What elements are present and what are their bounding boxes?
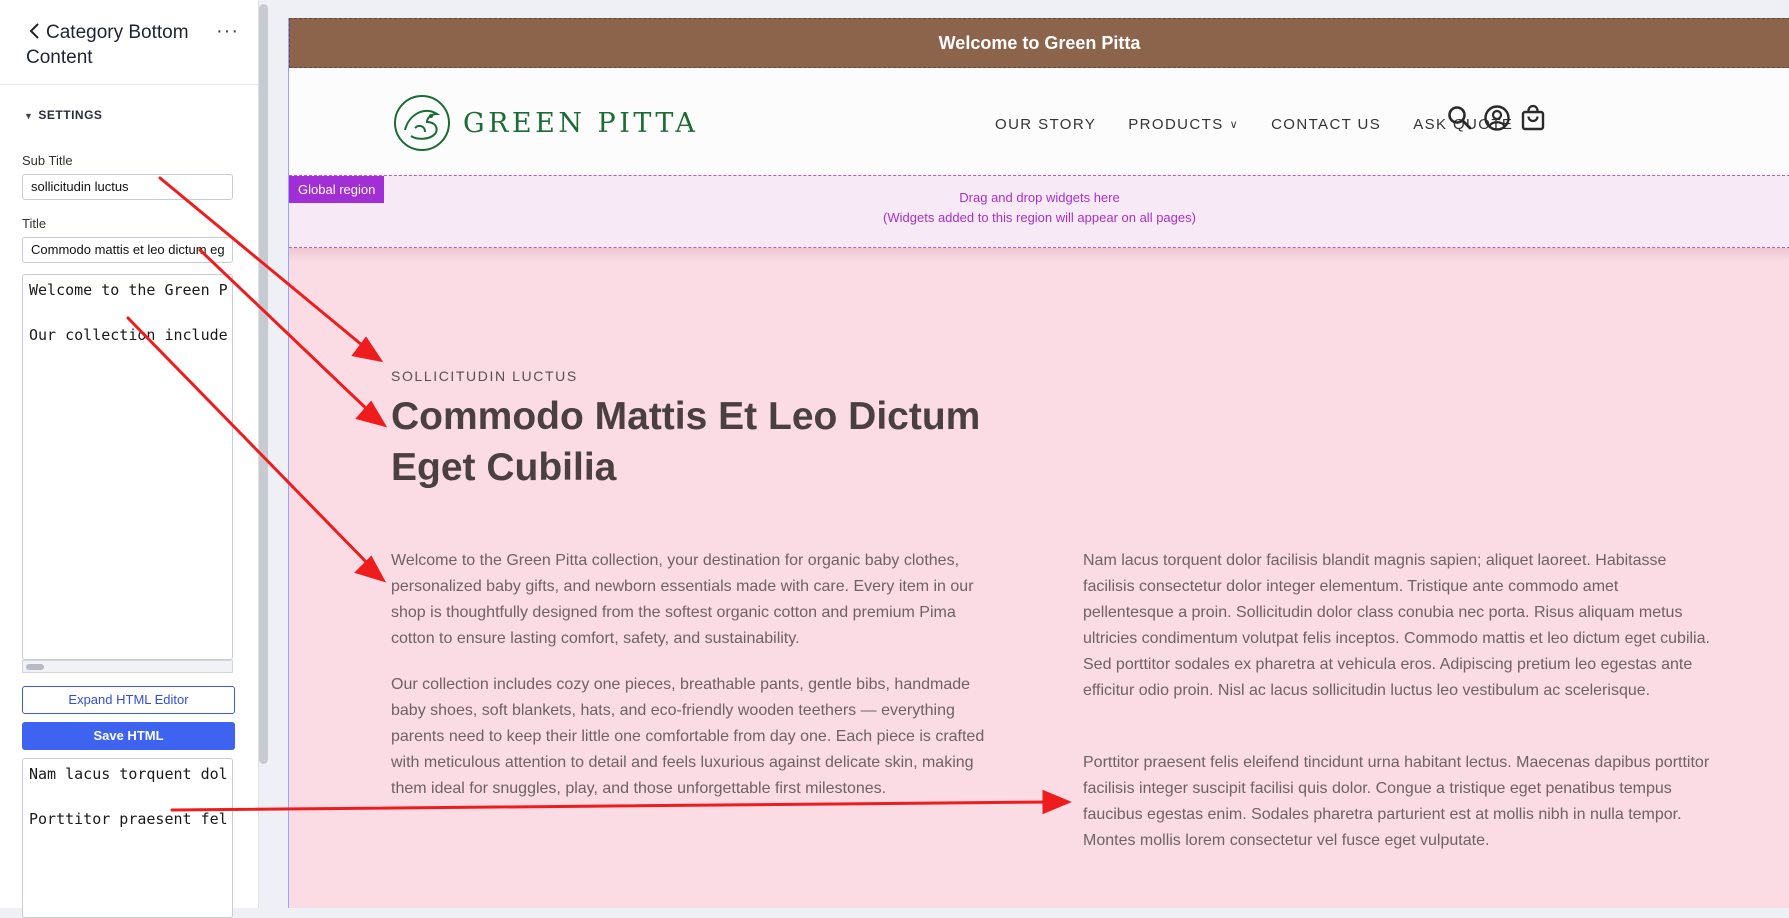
code-line: Our collection include xyxy=(29,326,228,344)
panel-scrollbar[interactable] xyxy=(259,4,268,764)
chevron-down-icon: ∨ xyxy=(1229,119,1240,131)
caret-down-icon: ▼ xyxy=(24,111,34,121)
right-paragraph-2: Porttitor praesent felis eleifend tincid… xyxy=(1083,754,1710,849)
code-line: Welcome to the Green P xyxy=(29,281,228,299)
settings-section-label: SETTINGS xyxy=(38,108,103,122)
code-line: Porttitor praesent fel xyxy=(29,810,228,828)
page-preview: Welcome to Green Pitta GREEN PITTA OUR S… xyxy=(288,18,1789,908)
scrollbar-thumb[interactable] xyxy=(26,664,44,670)
nav-products[interactable]: PRODUCTS ∨ xyxy=(1128,116,1239,133)
expand-html-editor-button[interactable]: Expand HTML Editor xyxy=(22,686,235,714)
more-options-icon[interactable]: ··· xyxy=(216,20,239,43)
settings-section-toggle[interactable]: ▼ SETTINGS xyxy=(24,108,102,122)
settings-panel: Category Bottom Content ··· ▼ SETTINGS Su… xyxy=(0,0,259,918)
account-icon[interactable] xyxy=(1483,104,1511,132)
search-icon[interactable] xyxy=(1446,104,1474,132)
announcement-bar: Welcome to Green Pitta xyxy=(289,18,1789,68)
title-input[interactable]: Commodo mattis et leo dictum eg xyxy=(22,237,233,263)
html-editor-right[interactable]: Nam lacus torquent dol Porttitor praesent… xyxy=(22,758,233,918)
save-html-button[interactable]: Save HTML xyxy=(22,722,235,750)
left-paragraph-1: Welcome to the Green Pitta collection, y… xyxy=(391,552,974,647)
left-paragraph-2: Our collection includes cozy one pieces,… xyxy=(391,676,985,797)
content-title: Commodo Mattis Et Leo Dictum Eget Cubili… xyxy=(391,395,981,489)
subtitle-input[interactable]: sollicitudin luctus xyxy=(22,174,233,200)
dropzone-hint: Drag and drop widgets here xyxy=(959,190,1120,205)
title-label: Title xyxy=(22,216,47,231)
html-editor-left[interactable]: Welcome to the Green P Our collection inc… xyxy=(22,274,233,660)
logo-wordmark[interactable]: GREEN PITTA xyxy=(463,108,698,139)
nav-products-label: PRODUCTS xyxy=(1128,116,1224,133)
code-line: Nam lacus torquent dol xyxy=(29,765,228,783)
content-subtitle: SOLLICITUDIN LUCTUS xyxy=(391,368,578,384)
pitta-bird-logo-icon[interactable] xyxy=(391,92,453,154)
panel-title: Category Bottom Content xyxy=(26,22,189,68)
right-paragraph-1: Nam lacus torquent dolor facilisis bland… xyxy=(1083,552,1710,699)
site-header: GREEN PITTA OUR STORY PRODUCTS ∨ CONTACT … xyxy=(289,68,1789,175)
global-region-dropzone[interactable]: Global region Drag and drop widgets here… xyxy=(289,175,1789,248)
shopping-bag-icon[interactable] xyxy=(1519,104,1547,132)
panel-header: Category Bottom Content ··· xyxy=(0,0,258,85)
nav-our-story[interactable]: OUR STORY xyxy=(995,116,1096,133)
region-shadow xyxy=(289,248,1789,262)
editor-horizontal-scrollbar[interactable] xyxy=(22,660,233,673)
dropzone-subhint: (Widgets added to this region will appea… xyxy=(883,210,1196,225)
subtitle-label: Sub Title xyxy=(22,153,73,168)
nav-contact-us[interactable]: CONTACT US xyxy=(1271,116,1381,133)
